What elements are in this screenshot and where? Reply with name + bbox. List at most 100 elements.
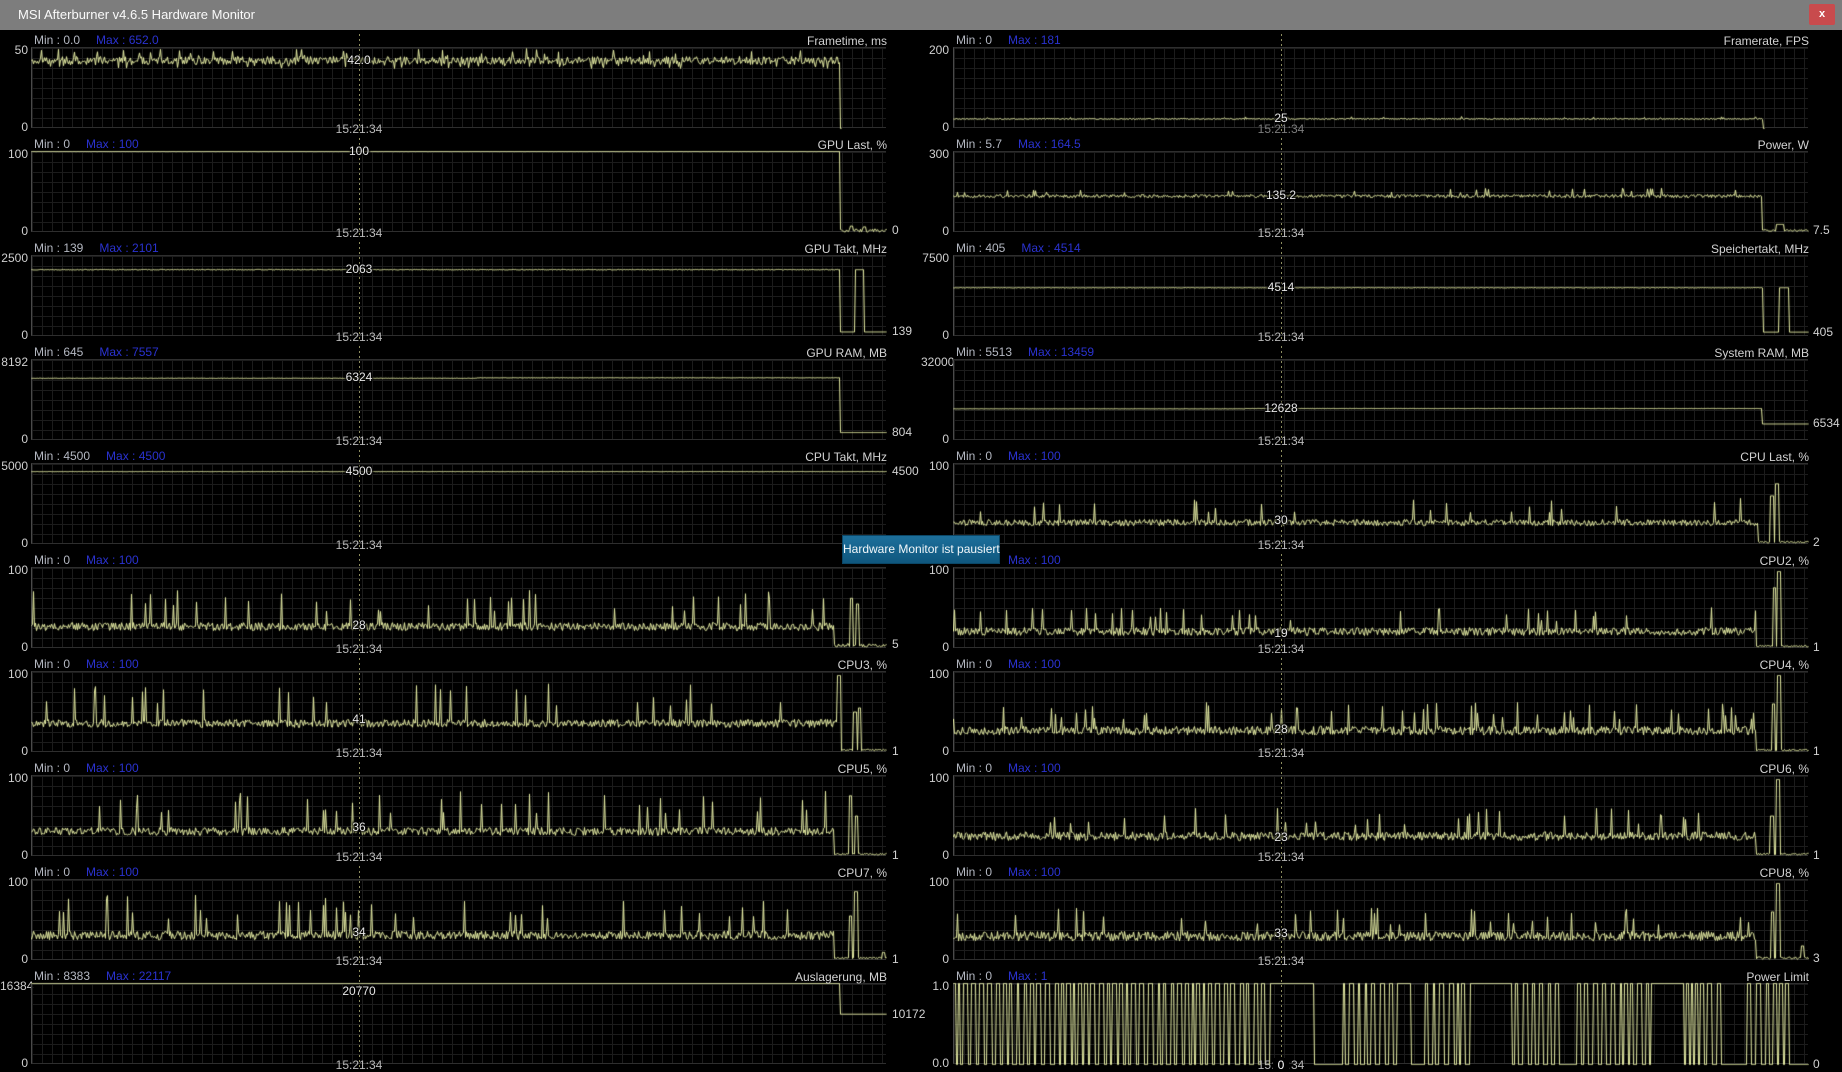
- marker-value-label: 135.2: [1265, 188, 1297, 202]
- graph-plot[interactable]: Min : 0.0 Max : 652.0 Frametime, ms 15:21:3…: [31, 32, 887, 136]
- axis-max-label: 100: [7, 771, 28, 785]
- max-readout: Max : 100: [1008, 865, 1061, 879]
- current-value-label: 1: [892, 952, 899, 966]
- graph-series-canvas: [953, 968, 1809, 1072]
- metric-label: GPU Takt, MHz: [804, 242, 887, 256]
- monitor-panel: 16384 0 Min : 8383 Max : 22117 Auslagerung, …: [0, 968, 925, 1072]
- graph-series-canvas: [31, 656, 887, 760]
- marker-time-label: 15:21:34: [335, 954, 383, 968]
- marker-value-label: 28: [1274, 722, 1288, 736]
- minmax-readout: Min : 0 Max : 100: [956, 866, 1061, 878]
- minmax-readout: Min : 645 Max : 7557: [34, 346, 159, 358]
- graph-plot[interactable]: Min : 0Max : 100CPU2, %15:21:3419: [953, 552, 1809, 656]
- graph-series-canvas: [31, 864, 887, 968]
- marker-time-label: 15:21:34: [335, 642, 383, 656]
- max-readout: Max : 4500: [106, 449, 166, 463]
- time-marker-line: [1281, 762, 1282, 862]
- minmax-readout: Min : 4500 Max : 4500: [34, 450, 165, 462]
- minmax-readout: Min : 5513 Max : 13459: [956, 346, 1094, 358]
- metric-label: System RAM, MB: [1714, 346, 1809, 360]
- graph-plot[interactable]: Min : 0 Max : 100 GPU Last, % 15:21:34 100: [31, 136, 887, 240]
- time-marker-line: [359, 346, 360, 446]
- axis-max-label: 32000: [921, 355, 955, 369]
- current-value-label: 1: [1813, 640, 1820, 654]
- graph-plot[interactable]: Min : 0 Max : 100 15:21:34 28: [31, 552, 887, 656]
- min-readout: Min : 0: [956, 449, 993, 463]
- graph-series-canvas: [31, 344, 887, 448]
- window-title-bar[interactable]: MSI Afterburner v4.6.5 Hardware Monitor …: [0, 0, 1842, 31]
- graph-plot[interactable]: Min : 405 Max : 4514 Speichertakt, MHz 15:2…: [953, 240, 1809, 344]
- graph-plot[interactable]: Min : 0 Max : 100 CPU8, % 15:21:34 33: [953, 864, 1809, 968]
- marker-time-label: 15:21:34: [335, 434, 383, 448]
- marker-value-label: 30: [1274, 513, 1288, 527]
- graph-plot[interactable]: Min : 5513 Max : 13459 System RAM, MB 15:21…: [953, 344, 1809, 448]
- monitor-panel: 100 0 Min : 0 Max : 100 GPU Last, % 15:21:34 1…: [0, 136, 921, 240]
- minmax-readout: Min : 0 Max : 100: [956, 762, 1061, 774]
- graph-plot[interactable]: Min : 0 Max : 181 Framerate, FPS 15:21:34 25: [953, 32, 1809, 136]
- min-readout: Min : 0: [34, 657, 71, 671]
- time-marker-line: [1281, 658, 1282, 758]
- minmax-readout: Min : 8383 Max : 22117: [34, 970, 171, 982]
- graph-plot[interactable]: Min : 0 Max : 100 CPU5, % 15:21:34 36: [31, 760, 887, 864]
- max-readout: Max : 22117: [106, 969, 172, 983]
- axis-max-label: 8192: [1, 355, 28, 369]
- marker-time-label: 15:21:34: [1257, 850, 1305, 864]
- max-readout: Max : 2101: [99, 241, 159, 255]
- graph-plot[interactable]: Min : 0 Max : 100 CPU Last, % 15:21:34 30: [953, 448, 1809, 552]
- marker-time-label: 15:21:34: [1257, 226, 1305, 240]
- marker-value-label: 4500: [345, 464, 373, 478]
- graph-series-canvas: [31, 760, 887, 864]
- minmax-readout: Min : 5.7 Max : 164.5: [956, 138, 1081, 150]
- current-value-label: 1: [1813, 848, 1820, 862]
- graph-plot[interactable]: Min : 645 Max : 7557 GPU RAM, MB 15:21:34 63…: [31, 344, 887, 448]
- axis-max-label: 1.0: [932, 979, 949, 993]
- time-marker-line: [359, 866, 360, 966]
- axis-min-label: 0: [942, 224, 949, 238]
- axis-min-label: 0: [21, 224, 28, 238]
- graph-plot[interactable]: Min : 0 Max : 100 CPU6, % 15:21:34 23: [953, 760, 1809, 864]
- minmax-readout: Min : 0 Max : 100: [956, 658, 1061, 670]
- graph-plot[interactable]: Min : 0 Max : 100 CPU4, % 15:21:34 28: [953, 656, 1809, 760]
- max-readout: Max : 181: [1008, 33, 1061, 47]
- graph-plot[interactable]: Min : 0 Max : 100 CPU7, % 15:21:34 34: [31, 864, 887, 968]
- marker-time-label: 15:21:34: [335, 850, 383, 864]
- graph-plot[interactable]: Min : 0 Max : 100 CPU3, % 15:21:34 41: [31, 656, 887, 760]
- minmax-readout: Min : 0.0 Max : 652.0: [34, 34, 159, 46]
- max-readout: Max : 100: [86, 137, 139, 151]
- window-title: MSI Afterburner v4.6.5 Hardware Monitor: [18, 7, 255, 22]
- graph-series-canvas: [953, 760, 1809, 864]
- current-value-label: 1: [1813, 744, 1820, 758]
- axis-max-label: 7500: [922, 251, 949, 265]
- graph-plot[interactable]: Min : 139 Max : 2101 GPU Takt, MHz 15:21:34…: [31, 240, 887, 344]
- marker-value-label: 19: [1274, 626, 1288, 640]
- graph-plot[interactable]: Min : 4500 Max : 4500 CPU Takt, MHz 15:21:3…: [31, 448, 887, 552]
- monitor-panel: 200 0 Min : 0 Max : 181 Framerate, FPS 15:21:…: [921, 32, 1842, 136]
- graph-plot[interactable]: Min : 0Max : 1Power Limit15:21:340: [953, 968, 1809, 1072]
- monitor-panel: 1.00.0Min : 0Max : 1Power Limit15:21:340…: [921, 968, 1842, 1072]
- axis-min-label: 0: [942, 952, 949, 966]
- current-value-label: 1: [892, 744, 899, 758]
- axis-min-label: 0: [942, 744, 949, 758]
- graph-plot[interactable]: Min : 8383 Max : 22117 Auslagerung, MB 15:2…: [31, 968, 887, 1072]
- min-readout: Min : 0: [34, 865, 71, 879]
- metric-label: Power Limit: [1746, 970, 1809, 984]
- max-readout: Max : 1: [1008, 969, 1048, 983]
- close-button[interactable]: x: [1809, 4, 1835, 25]
- graph-series-canvas: [31, 136, 887, 240]
- axis-max-label: 200: [928, 43, 949, 57]
- current-value-label: 0: [1813, 1057, 1820, 1071]
- marker-value-label: 34: [352, 925, 366, 939]
- max-readout: Max : 100: [1008, 657, 1061, 671]
- marker-time-label: 15:21:34: [1257, 330, 1305, 344]
- min-readout: Min : 5513: [956, 345, 1013, 359]
- marker-value-label: 12628: [1264, 401, 1298, 415]
- marker-time-label: 15:21:34: [1257, 434, 1305, 448]
- current-value-label: 139: [892, 324, 913, 338]
- minmax-readout: Min : 0 Max : 100: [34, 866, 139, 878]
- metric-label: CPU6, %: [1759, 762, 1809, 776]
- graph-plot[interactable]: Min : 5.7 Max : 164.5 Power, W 15:21:34 135.…: [953, 136, 1809, 240]
- graph-series-canvas: [953, 552, 1809, 656]
- marker-value-label: 4514: [1267, 280, 1295, 294]
- max-readout: Max : 100: [1008, 553, 1061, 567]
- metric-label: Speichertakt, MHz: [1710, 242, 1809, 256]
